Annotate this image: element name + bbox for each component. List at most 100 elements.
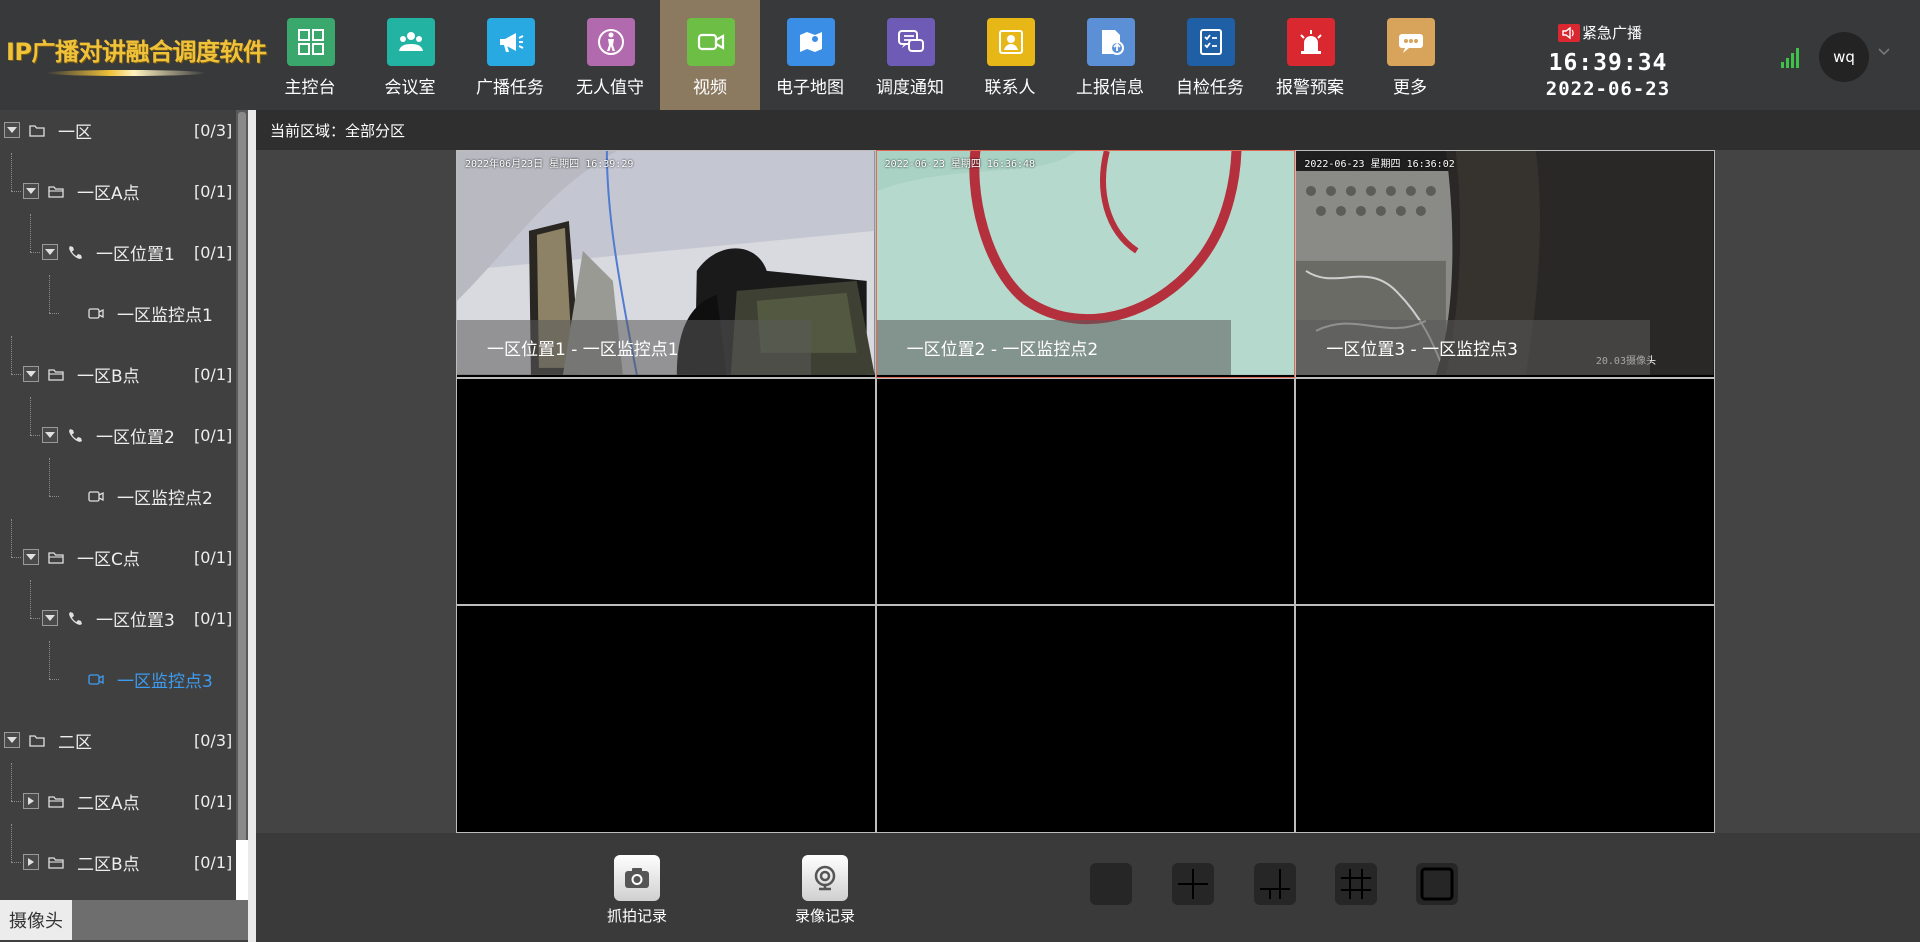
tree-node-count: [0/1] (194, 364, 233, 384)
contact-card-icon (987, 18, 1035, 66)
collapse-toggle-icon[interactable] (42, 244, 58, 260)
video-cell[interactable]: 2022年06月23日 星期四 16:39:29 一区位置1 - 一区监控点1 (456, 150, 876, 378)
tree-guide (11, 824, 12, 862)
nav-item-video-camera[interactable]: 视频 (660, 0, 760, 110)
nav-item-contact-card[interactable]: 联系人 (960, 0, 1060, 110)
tree-guide (49, 313, 59, 314)
expand-toggle-icon[interactable] (23, 854, 39, 870)
tree-node-label: 一区位置3 (96, 610, 175, 631)
nav-item-upload-report[interactable]: 上报信息 (1060, 0, 1160, 110)
tree-node[interactable]: 二区 [0/3] (4, 720, 236, 760)
nav-item-unattended-person[interactable]: 无人值守 (560, 0, 660, 110)
video-cell[interactable] (456, 377, 876, 606)
tree-scrollbar[interactable] (236, 110, 248, 900)
layout-1plus5-icon (1260, 869, 1290, 899)
dashboard-grid-icon (287, 18, 335, 66)
scrollbar-end (236, 840, 248, 900)
video-cell[interactable]: 2022-06-23 星期四 16:36:0220.03摄像头一区位置3 - 一… (1295, 150, 1715, 378)
tree-node[interactable]: 一区位置1 [0/1] (42, 232, 236, 272)
folder-open-icon (47, 549, 65, 565)
nav-label: 上报信息 (1076, 78, 1144, 98)
camera-point-icon (87, 671, 105, 687)
tree-guide (49, 275, 50, 313)
layout-2x2-icon (1178, 869, 1208, 899)
panel-divider[interactable] (248, 110, 256, 942)
clock-date: 2022-06-23 (1545, 78, 1671, 100)
collapse-toggle-icon[interactable] (42, 427, 58, 443)
video-cell[interactable]: 2022-06-23 星期四 16:36:48 一区位置2 - 一区监控点2 (875, 150, 1296, 378)
tree-node-count: [0/1] (194, 852, 233, 872)
video-toolbar: 抓拍记录 录像记录 (256, 833, 1920, 942)
nav-label: 电子地图 (776, 78, 844, 98)
sidebar-footer (72, 900, 248, 940)
scrollbar-thumb[interactable] (238, 112, 246, 842)
layout-single-button[interactable] (1090, 863, 1132, 905)
tree-guide (30, 435, 40, 436)
tree-guide (11, 519, 12, 557)
top-bar: IP广播对讲融合调度软件 主控台 会议室 广播任务 无人值守 视频 电子地图 调度通知 联系人… (0, 0, 1920, 110)
tree-node[interactable]: 一区B点 [0/1] (23, 354, 236, 394)
tree-node[interactable]: 一区监控点1 (61, 293, 236, 333)
tree-node[interactable]: 一区 [0/3] (4, 110, 236, 150)
nav-item-alarm-siren[interactable]: 报警预案 (1260, 0, 1360, 110)
speaker-icon (1558, 23, 1580, 42)
chat-bubbles-icon (887, 18, 935, 66)
video-cell[interactable] (875, 605, 1296, 833)
video-cell[interactable] (1295, 605, 1715, 833)
collapse-toggle-icon[interactable] (42, 610, 58, 626)
tree-node[interactable]: 一区C点 [0/1] (23, 537, 236, 577)
nav-label: 主控台 (284, 78, 336, 98)
tree-node-label: 一区监控点2 (117, 488, 213, 509)
tree-node[interactable]: 一区位置2 [0/1] (42, 415, 236, 455)
megaphone-icon (487, 18, 535, 66)
snapshot-records-button[interactable]: 抓拍记录 (592, 855, 682, 926)
layout-3x3-icon (1341, 869, 1371, 899)
video-cell[interactable] (1295, 377, 1715, 606)
current-area-bar: 当前区域：全部分区 (256, 110, 1920, 150)
recording-records-button[interactable]: 录像记录 (780, 855, 870, 926)
collapse-toggle-icon[interactable] (23, 549, 39, 565)
collapse-toggle-icon[interactable] (23, 183, 39, 199)
collapse-toggle-icon[interactable] (4, 732, 20, 748)
nav-item-chat-bubbles[interactable]: 调度通知 (860, 0, 960, 110)
collapse-toggle-icon[interactable] (23, 366, 39, 382)
tree-guide (49, 496, 59, 497)
tree-guide (30, 397, 31, 435)
tree-node[interactable]: 一区监控点2 (61, 476, 236, 516)
nav-item-meeting-group[interactable]: 会议室 (360, 0, 460, 110)
folder-open-icon (47, 183, 65, 199)
tree-node-label: 一区监控点1 (117, 305, 213, 326)
nav-item-more-dots[interactable]: 更多 (1360, 0, 1460, 110)
tree-node[interactable]: 一区监控点3 (61, 659, 236, 699)
nav-item-megaphone[interactable]: 广播任务 (460, 0, 560, 110)
user-avatar[interactable]: wq (1819, 32, 1869, 82)
expand-toggle-icon[interactable] (23, 793, 39, 809)
video-osd-timestamp: 2022年06月23日 星期四 16:39:29 (465, 159, 634, 170)
layout-nine-button[interactable] (1335, 863, 1377, 905)
phone-icon (66, 244, 84, 260)
tree-node[interactable]: 一区位置3 [0/1] (42, 598, 236, 638)
nav-item-map[interactable]: 电子地图 (760, 0, 860, 110)
layout-six-button[interactable] (1254, 863, 1296, 905)
chevron-down-icon[interactable] (1878, 48, 1890, 56)
video-cell[interactable] (875, 377, 1296, 606)
tree-node[interactable]: 二区B点 [0/1] (23, 842, 236, 882)
meeting-group-icon (387, 18, 435, 66)
video-grid: 2022年06月23日 星期四 16:39:29 一区位置1 - 一区监控点1 20… (456, 150, 1715, 833)
emergency-broadcast-button[interactable]: 紧急广播 (1558, 22, 1642, 43)
video-caption: 一区位置3 - 一区监控点3 (1296, 320, 1651, 375)
tree-node-label: 一区A点 (77, 183, 140, 204)
tab-cameras[interactable]: 摄像头 (0, 900, 72, 940)
tree-node[interactable]: 二区A点 [0/1] (23, 781, 236, 821)
main-nav: 主控台 会议室 广播任务 无人值守 视频 电子地图 调度通知 联系人 上报信息 自检任务 报警预案 更… (260, 0, 1460, 110)
collapse-toggle-icon[interactable] (4, 122, 20, 138)
tree-node-count: [0/3] (194, 730, 233, 750)
layout-quad-button[interactable] (1172, 863, 1214, 905)
nav-item-dashboard-grid[interactable]: 主控台 (260, 0, 360, 110)
nav-item-checklist[interactable]: 自检任务 (1160, 0, 1260, 110)
tree-guide (30, 252, 40, 253)
unattended-person-icon (587, 18, 635, 66)
tree-node[interactable]: 一区A点 [0/1] (23, 171, 236, 211)
fullscreen-button[interactable] (1416, 863, 1458, 905)
video-cell[interactable] (456, 605, 876, 833)
